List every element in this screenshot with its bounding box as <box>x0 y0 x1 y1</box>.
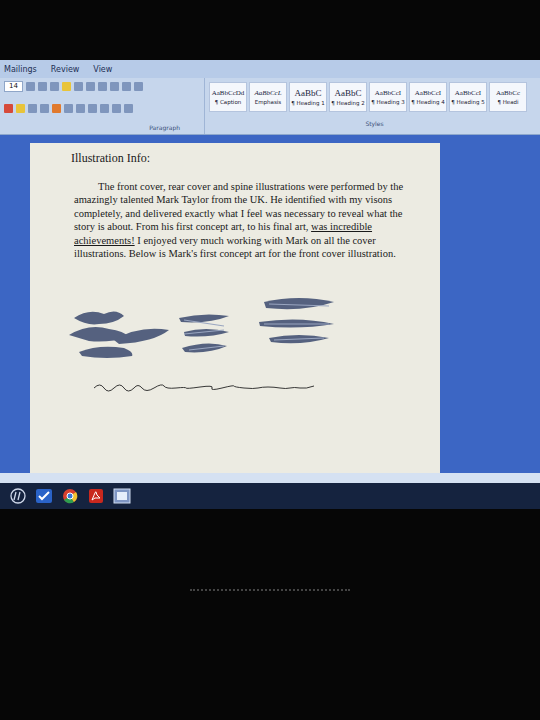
toolbar-button-icon[interactable] <box>122 82 131 91</box>
toolbar-button-icon[interactable] <box>4 104 13 113</box>
style-item[interactable]: AaBbCcLEmphasis <box>249 82 287 112</box>
toolbar-button-icon[interactable] <box>16 104 25 113</box>
monitor-bezel <box>0 0 540 60</box>
toolbar-button-icon[interactable] <box>50 82 59 91</box>
toolbar-button-icon[interactable] <box>100 104 109 113</box>
check-icon[interactable] <box>34 486 54 506</box>
ribbon-tab[interactable]: Review <box>51 65 80 74</box>
toolbar-button-icon[interactable] <box>28 104 37 113</box>
toolbar-button-icon[interactable] <box>76 104 85 113</box>
document-area: Illustration Info: The front cover, rear … <box>0 135 540 473</box>
ribbon: Mailings Review View 14 Paragraph AaBbCcDd¶ C… <box>0 60 540 135</box>
toolbar-button-icon[interactable] <box>86 82 95 91</box>
app-icon[interactable] <box>112 486 132 506</box>
group-label: Paragraph <box>149 124 180 131</box>
style-item[interactable]: AaBbCcI¶ Heading 3 <box>369 82 407 112</box>
status-bar <box>0 473 540 483</box>
toolbar-button-icon[interactable] <box>52 104 61 113</box>
concept-art <box>54 290 414 404</box>
toolbar-button-icon[interactable] <box>88 104 97 113</box>
chrome-icon[interactable] <box>60 486 80 506</box>
toolbar-button-icon[interactable] <box>64 104 73 113</box>
toolbar-button-icon[interactable] <box>112 104 121 113</box>
hp-icon[interactable] <box>8 486 28 506</box>
taskbar <box>0 483 540 509</box>
style-item[interactable]: AaBbCcI¶ Heading 4 <box>409 82 447 112</box>
font-paragraph-groups: 14 Paragraph <box>0 78 205 134</box>
ribbon-tab[interactable]: Mailings <box>4 65 37 74</box>
style-item[interactable]: AaBbC¶ Heading 2 <box>329 82 367 112</box>
group-label: Styles <box>209 120 540 127</box>
paragraph: The front cover, rear cover and spine il… <box>74 180 414 260</box>
ribbon-tab[interactable]: View <box>93 65 112 74</box>
style-item[interactable]: AaBbCcI¶ Heading 5 <box>449 82 487 112</box>
toolbar-button-icon[interactable] <box>40 104 49 113</box>
speaker-grill <box>190 589 350 593</box>
heading: Illustration Info: <box>71 151 414 166</box>
toolbar-button-icon[interactable] <box>26 82 35 91</box>
ribbon-tabs: Mailings Review View <box>0 60 540 78</box>
monitor-bezel <box>0 509 540 720</box>
toolbar-button-icon[interactable] <box>124 104 133 113</box>
toolbar-button-icon[interactable] <box>110 82 119 91</box>
style-item[interactable]: AaBbCc¶ Headi <box>489 82 527 112</box>
document-page[interactable]: Illustration Info: The front cover, rear … <box>30 143 440 473</box>
style-item[interactable]: AaBbCcDd¶ Caption <box>209 82 247 112</box>
styles-gallery: AaBbCcDd¶ CaptionAaBbCcLEmphasisAaBbC¶ H… <box>205 78 540 134</box>
pdf-icon[interactable] <box>86 486 106 506</box>
toolbar-button-icon[interactable] <box>74 82 83 91</box>
font-size-box[interactable]: 14 <box>4 81 23 92</box>
toolbar-button-icon[interactable] <box>134 82 143 91</box>
style-item[interactable]: AaBbC¶ Heading 1 <box>289 82 327 112</box>
toolbar-button-icon[interactable] <box>98 82 107 91</box>
toolbar-button-icon[interactable] <box>62 82 71 91</box>
toolbar-button-icon[interactable] <box>38 82 47 91</box>
